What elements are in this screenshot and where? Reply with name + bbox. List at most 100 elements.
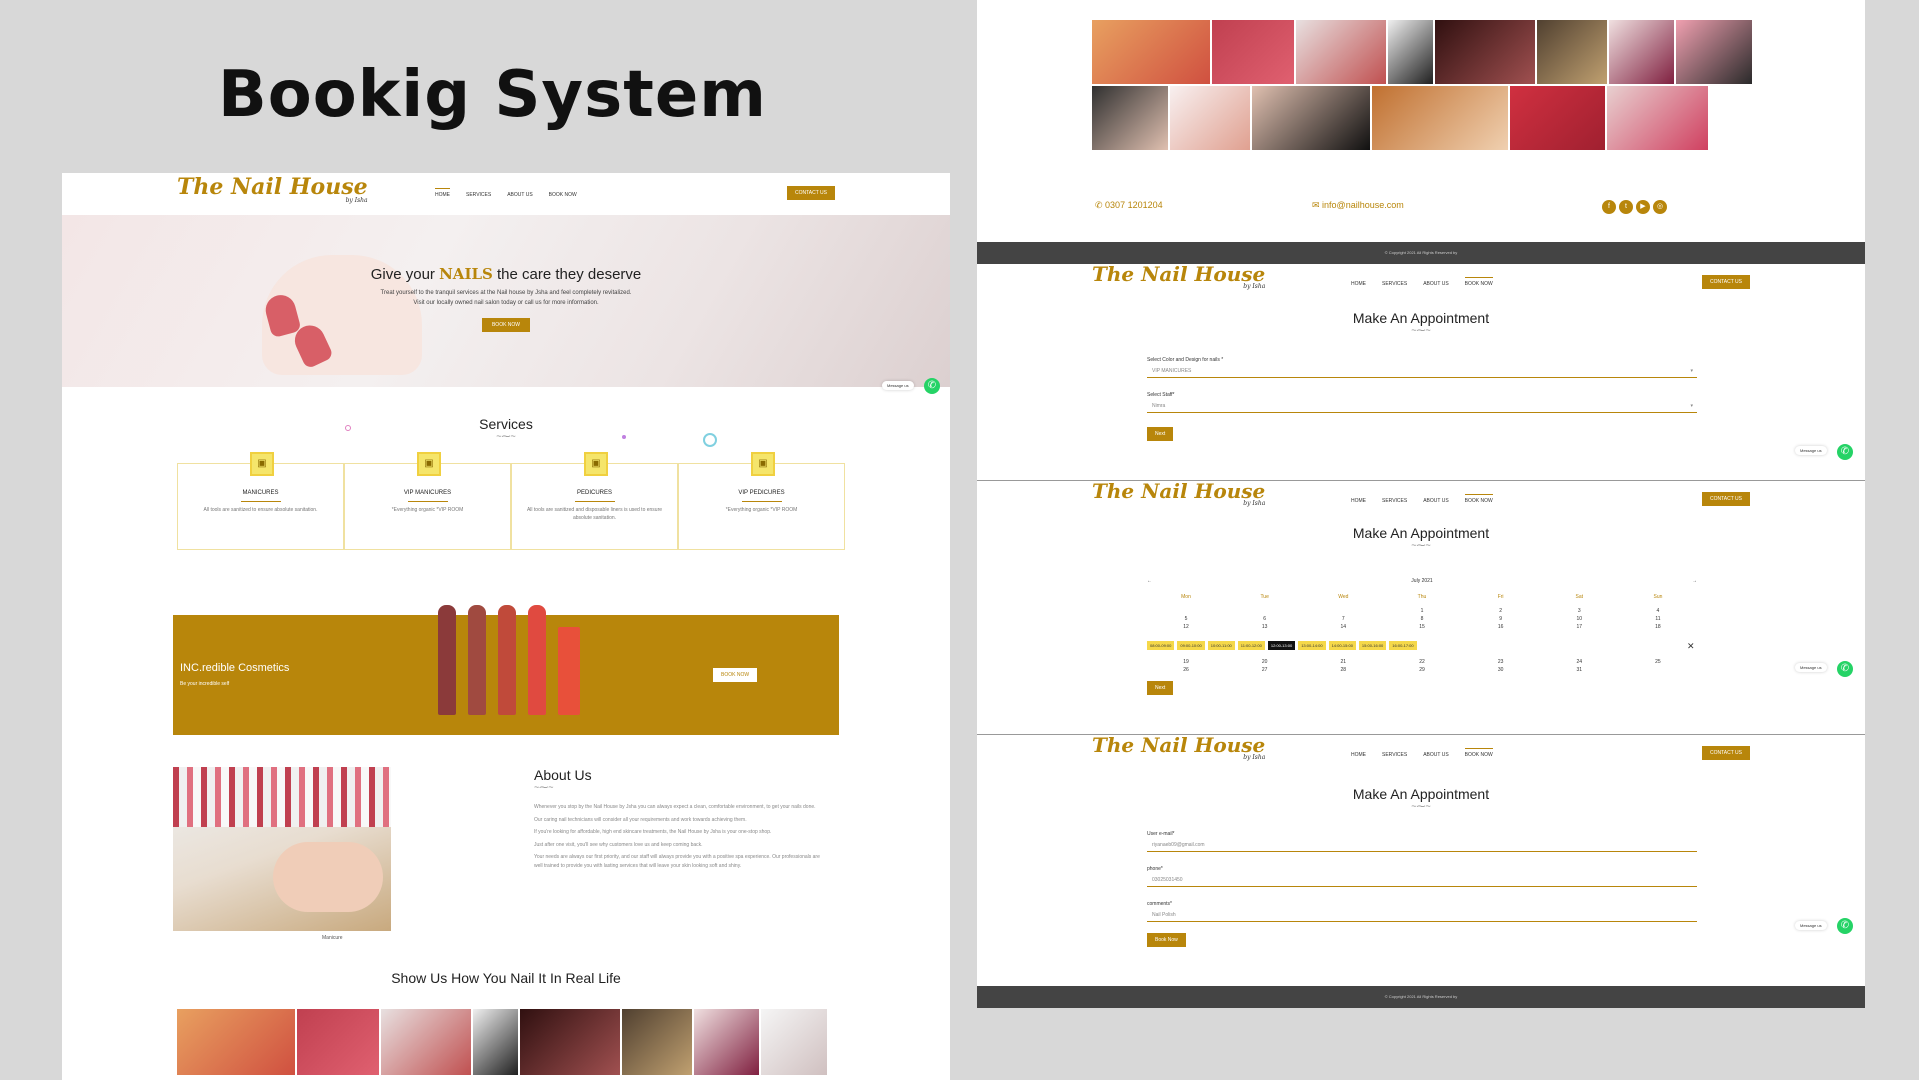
- service-card[interactable]: ▣ PEDICURES All tools are sanitized and …: [511, 452, 678, 550]
- whatsapp-icon[interactable]: ✆: [1837, 444, 1853, 460]
- message-us-pill[interactable]: Message us: [1795, 921, 1827, 930]
- gallery-image[interactable]: [1510, 86, 1605, 150]
- twitter-icon[interactable]: t: [1619, 200, 1633, 214]
- calendar-day[interactable]: 21: [1304, 659, 1382, 665]
- calendar-day[interactable]: 28: [1304, 667, 1382, 673]
- nav-services[interactable]: SERVICES: [466, 192, 491, 198]
- time-slot[interactable]: 08:00-09:00: [1147, 641, 1175, 650]
- nav-book[interactable]: BOOK NOW: [549, 192, 577, 198]
- calendar-day[interactable]: 22: [1383, 659, 1461, 665]
- calendar-day[interactable]: 4: [1619, 608, 1697, 614]
- nav-home[interactable]: HOME: [1351, 281, 1366, 287]
- instagram-icon[interactable]: ◎: [1653, 200, 1667, 214]
- calendar-day[interactable]: [1226, 608, 1304, 614]
- nav-services[interactable]: SERVICES: [1382, 752, 1407, 758]
- logo[interactable]: The Nail House by Isha: [1092, 735, 1265, 761]
- calendar-day[interactable]: 2: [1462, 608, 1540, 614]
- whatsapp-icon[interactable]: ✆: [1837, 918, 1853, 934]
- close-icon[interactable]: ✕: [1687, 641, 1695, 652]
- calendar-day[interactable]: [1147, 608, 1225, 614]
- email-contact[interactable]: ✉ info@nailhouse.com: [1312, 200, 1404, 211]
- logo[interactable]: The Nail House by Isha: [1092, 264, 1265, 290]
- phone-contact[interactable]: ✆ 0307 1201204: [1095, 200, 1163, 211]
- contact-button[interactable]: CONTACT US: [786, 186, 835, 200]
- gallery-image[interactable]: [381, 1009, 471, 1075]
- gallery-image[interactable]: [1092, 20, 1210, 84]
- time-slot[interactable]: 09:00-10:00: [1177, 641, 1205, 650]
- message-us-pill[interactable]: Message us: [882, 381, 914, 390]
- gallery-image[interactable]: [761, 1009, 827, 1075]
- calendar-day[interactable]: 19: [1147, 659, 1225, 665]
- message-us-pill[interactable]: Message us: [1795, 446, 1827, 455]
- gallery-image[interactable]: [473, 1009, 518, 1075]
- calendar-day[interactable]: 12: [1147, 624, 1225, 630]
- service-card[interactable]: ▣ VIP PEDICURES *Everything organic *VIP…: [678, 452, 845, 550]
- nav-book[interactable]: BOOK NOW: [1464, 748, 1493, 758]
- service-card[interactable]: ▣ MANICURES All tools are sanitized to e…: [177, 452, 344, 550]
- staff-select[interactable]: Nimra ▾: [1147, 399, 1697, 413]
- calendar-day[interactable]: 3: [1540, 608, 1618, 614]
- logo[interactable]: The Nail House by Isha: [177, 176, 368, 204]
- calendar-day[interactable]: 9: [1462, 616, 1540, 622]
- calendar-day[interactable]: [1619, 667, 1697, 673]
- calendar-day[interactable]: 27: [1226, 667, 1304, 673]
- calendar-day[interactable]: 24: [1540, 659, 1618, 665]
- contact-button[interactable]: CONTACT US: [1701, 492, 1750, 506]
- calendar-day[interactable]: 13: [1226, 624, 1304, 630]
- gallery-image[interactable]: [1092, 86, 1168, 150]
- calendar-day[interactable]: [1304, 608, 1382, 614]
- phone-input[interactable]: 03025031450: [1147, 873, 1697, 887]
- calendar-day[interactable]: 8: [1383, 616, 1461, 622]
- time-slot[interactable]: 14:00-15:00: [1328, 641, 1356, 650]
- whatsapp-icon[interactable]: ✆: [924, 378, 940, 394]
- nav-services[interactable]: SERVICES: [1382, 281, 1407, 287]
- time-slot[interactable]: 13:00-14:00: [1298, 641, 1326, 650]
- calendar-day[interactable]: 6: [1226, 616, 1304, 622]
- prev-month-arrow-icon[interactable]: ←: [1147, 578, 1152, 584]
- calendar-day[interactable]: 31: [1540, 667, 1618, 673]
- calendar-day[interactable]: 1: [1383, 608, 1461, 614]
- calendar-day[interactable]: 20: [1226, 659, 1304, 665]
- gallery-image[interactable]: [1609, 20, 1674, 84]
- calendar-day[interactable]: 5: [1147, 616, 1225, 622]
- calendar-day[interactable]: 18: [1619, 624, 1697, 630]
- next-button[interactable]: Next: [1147, 427, 1174, 441]
- nav-about[interactable]: ABOUT US: [507, 192, 532, 198]
- gallery-image[interactable]: [1170, 86, 1250, 150]
- whatsapp-icon[interactable]: ✆: [1837, 661, 1853, 677]
- gallery-image[interactable]: [1212, 20, 1294, 84]
- time-slot[interactable]: 11:00-12:00: [1237, 641, 1265, 650]
- gallery-image[interactable]: [1252, 86, 1370, 150]
- gallery-image[interactable]: [1296, 20, 1386, 84]
- gallery-image[interactable]: [1607, 86, 1708, 150]
- gallery-image[interactable]: [177, 1009, 295, 1075]
- facebook-icon[interactable]: f: [1602, 200, 1616, 214]
- time-slot[interactable]: 10:00-11:00: [1207, 641, 1235, 650]
- gallery-image[interactable]: [1676, 20, 1752, 84]
- color-select[interactable]: VIP MANICURES ▾: [1147, 364, 1697, 378]
- nav-about[interactable]: ABOUT US: [1423, 752, 1448, 758]
- contact-button[interactable]: CONTACT US: [1701, 275, 1750, 289]
- calendar-day[interactable]: 7: [1304, 616, 1382, 622]
- nav-book[interactable]: BOOK NOW: [1464, 277, 1493, 287]
- next-month-arrow-icon[interactable]: →: [1692, 578, 1697, 584]
- gallery-image[interactable]: [694, 1009, 759, 1075]
- service-card[interactable]: ▣ VIP MANICURES *Everything organic *VIP…: [344, 452, 511, 550]
- nav-home[interactable]: HOME: [1351, 498, 1366, 504]
- gallery-image[interactable]: [297, 1009, 379, 1075]
- calendar-day[interactable]: 29: [1383, 667, 1461, 673]
- message-us-pill[interactable]: Message us: [1795, 663, 1827, 672]
- calendar-day[interactable]: 15: [1383, 624, 1461, 630]
- calendar-day[interactable]: 10: [1540, 616, 1618, 622]
- next-button[interactable]: Next: [1147, 681, 1174, 695]
- comments-input[interactable]: Nail Polish: [1147, 908, 1697, 922]
- logo[interactable]: The Nail House by Isha: [1092, 481, 1265, 507]
- nav-about[interactable]: ABOUT US: [1423, 281, 1448, 287]
- gallery-image[interactable]: [1435, 20, 1535, 84]
- calendar-day[interactable]: 25: [1619, 659, 1697, 665]
- calendar-day[interactable]: 23: [1462, 659, 1540, 665]
- gallery-image[interactable]: [1537, 20, 1607, 84]
- nav-services[interactable]: SERVICES: [1382, 498, 1407, 504]
- nav-home[interactable]: HOME: [1351, 752, 1366, 758]
- youtube-icon[interactable]: ▶: [1636, 200, 1650, 214]
